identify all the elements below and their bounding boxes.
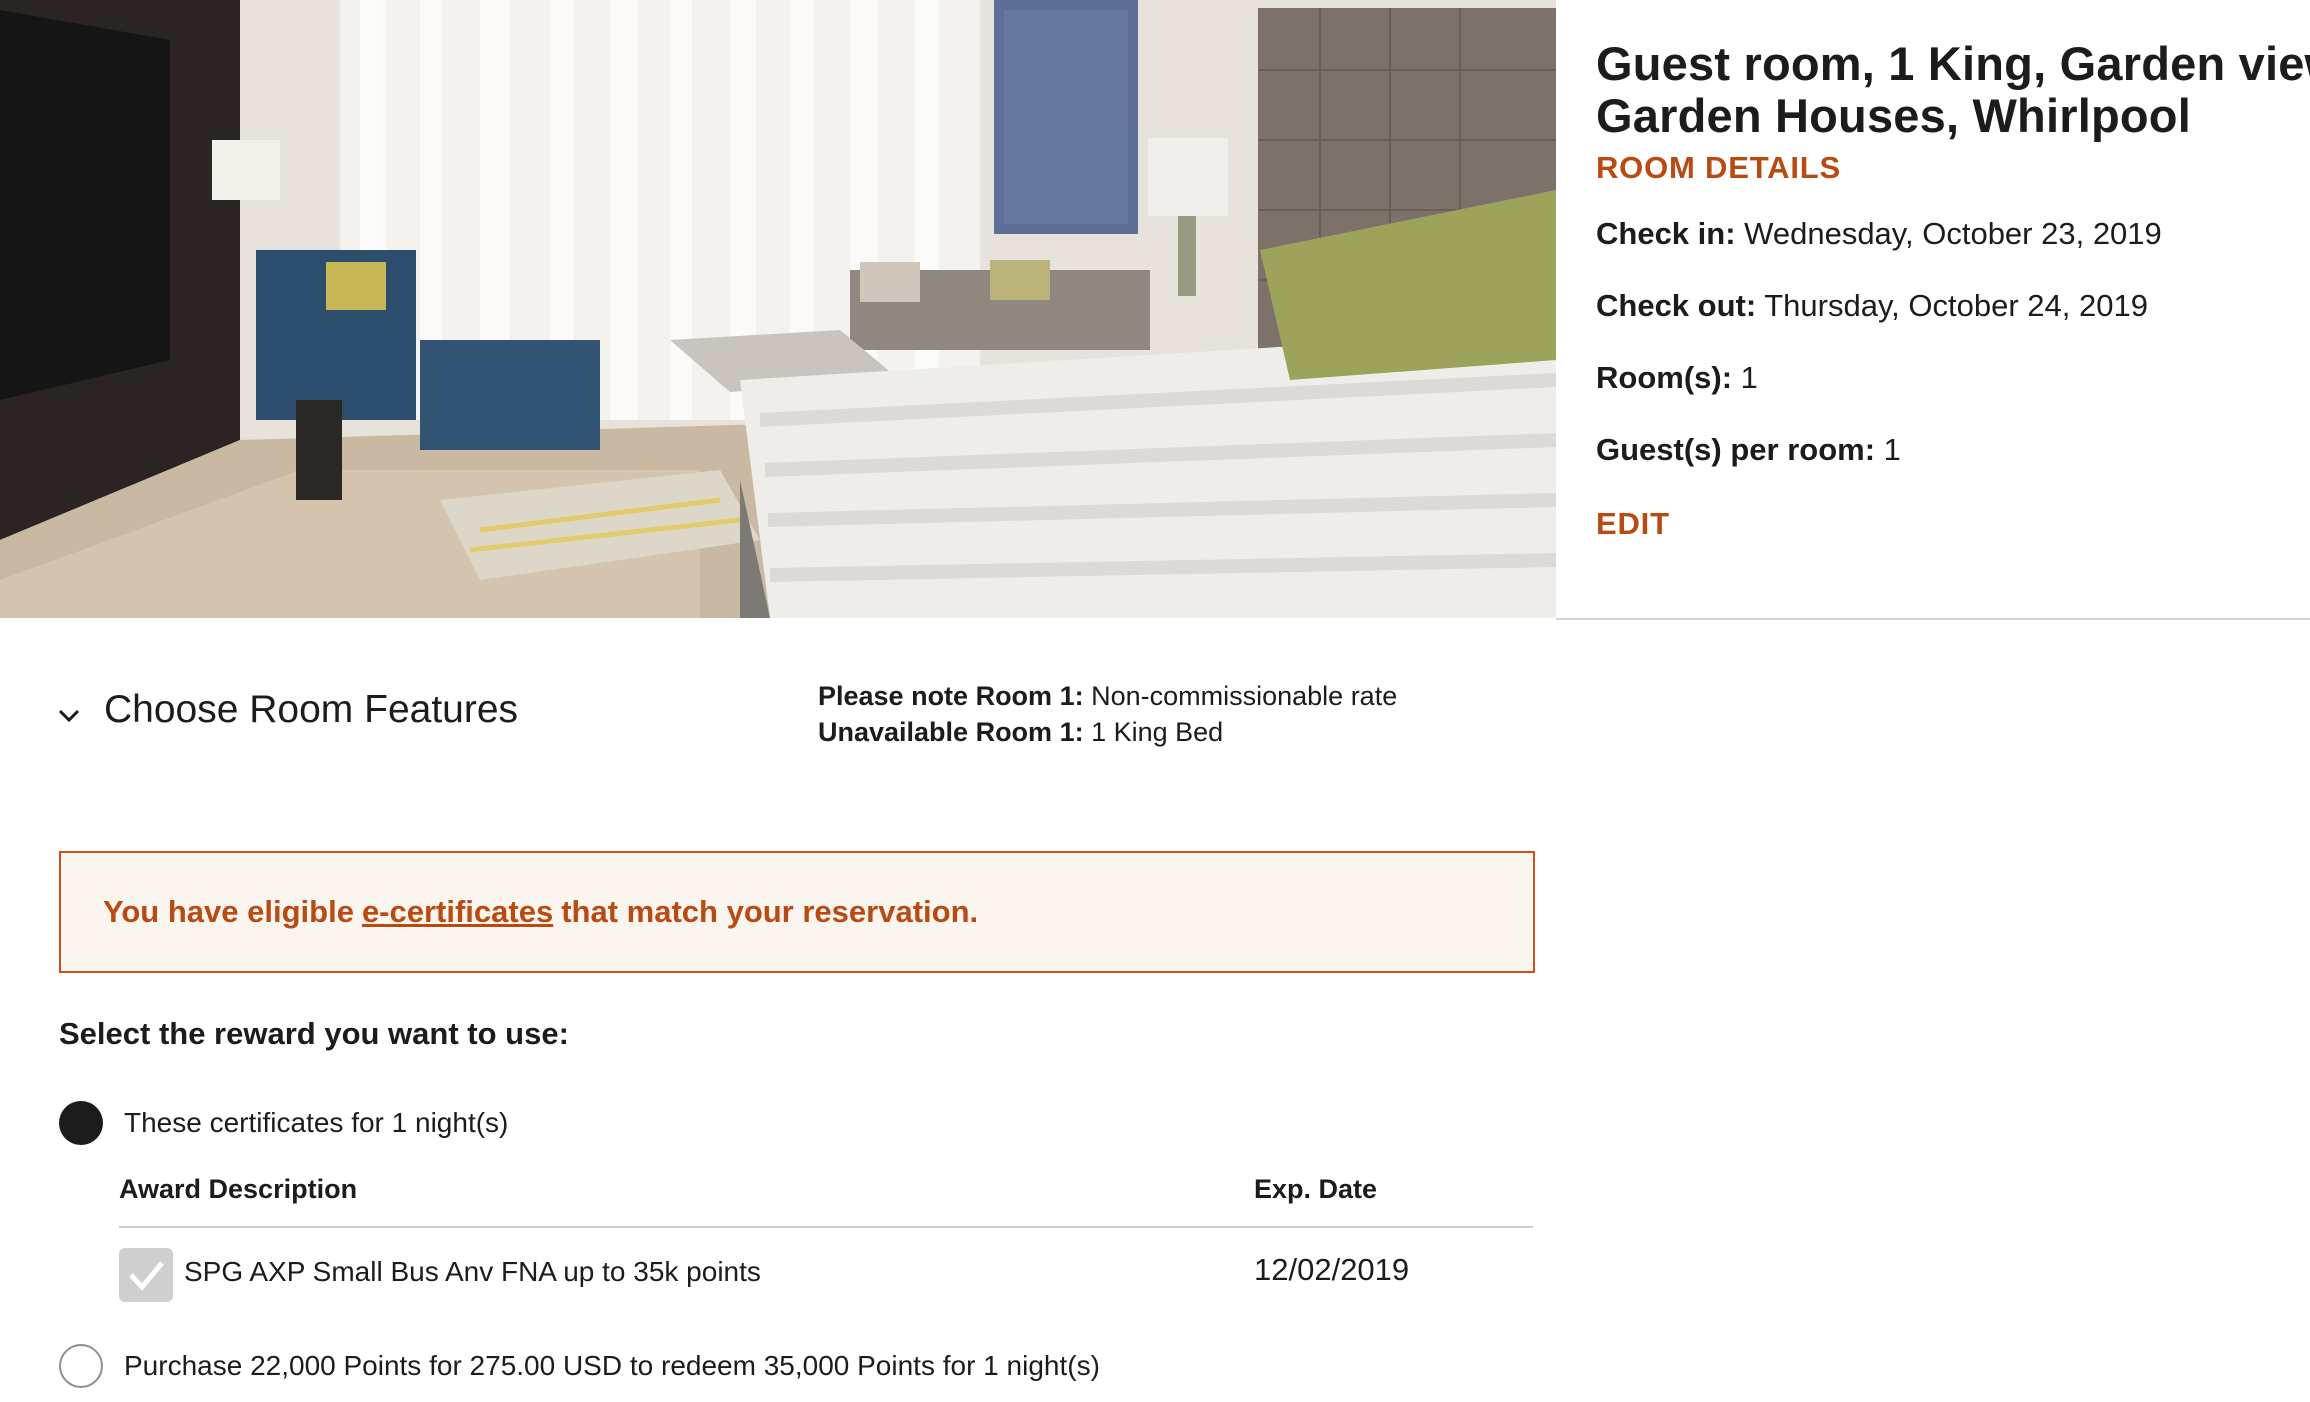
alert-prefix: You have eligible xyxy=(103,894,354,929)
note-label: Please note Room 1: xyxy=(818,681,1084,711)
check-in-row: Check in: Wednesday, October 23, 2019 xyxy=(1596,216,2310,252)
alert-suffix: that match your reservation. xyxy=(561,894,979,929)
room-title-line1: Guest room, 1 King, Garden view, xyxy=(1596,37,2310,90)
room-notes: Please note Room 1: Non-commissionable r… xyxy=(818,678,1397,750)
room-title: Guest room, 1 King, Garden view, Garden … xyxy=(1596,38,2310,142)
purchase-points-radio[interactable] xyxy=(59,1344,103,1388)
checkmark-icon xyxy=(129,1261,164,1291)
edit-link[interactable]: EDIT xyxy=(1596,506,2310,542)
award-checkbox[interactable] xyxy=(119,1248,173,1302)
room-photo xyxy=(0,0,1556,618)
ecertificates-link[interactable]: e-certificates xyxy=(362,894,553,930)
room-details-link[interactable]: ROOM DETAILS xyxy=(1596,150,2310,186)
ecertificates-alert: You have eligible e-certificates that ma… xyxy=(59,851,1535,973)
room-details-panel: Guest room, 1 King, Garden view, Garden … xyxy=(1596,38,2310,542)
unavailable-label: Unavailable Room 1: xyxy=(818,717,1084,747)
rooms-row: Room(s): 1 xyxy=(1596,360,2310,396)
unavailable-value: 1 King Bed xyxy=(1091,717,1224,747)
check-out-row: Check out: Thursday, October 24, 2019 xyxy=(1596,288,2310,324)
certificates-radio-label[interactable]: These certificates for 1 night(s) xyxy=(124,1107,508,1139)
exp-date-header: Exp. Date xyxy=(1254,1174,1378,1204)
note-row: Please note Room 1: Non-commissionable r… xyxy=(818,678,1397,714)
guests-label: Guest(s) per room: xyxy=(1596,432,1876,467)
purchase-points-radio-label[interactable]: Purchase 22,000 Points for 275.00 USD to… xyxy=(124,1350,1100,1382)
check-in-value: Wednesday, October 23, 2019 xyxy=(1744,216,2162,251)
award-description-header: Award Description xyxy=(119,1174,358,1204)
check-out-value: Thursday, October 24, 2019 xyxy=(1764,288,2148,323)
table-divider xyxy=(119,1226,1533,1228)
check-in-label: Check in: xyxy=(1596,216,1736,251)
reward-heading: Select the reward you want to use: xyxy=(59,1016,569,1051)
award-description: SPG AXP Small Bus Anv FNA up to 35k poin… xyxy=(184,1256,761,1287)
guests-row: Guest(s) per room: 1 xyxy=(1596,432,2310,468)
guests-value: 1 xyxy=(1883,432,1901,467)
section-divider xyxy=(1556,618,2310,620)
room-title-line2: Garden Houses, Whirlpool xyxy=(1596,89,2191,142)
certificates-radio[interactable] xyxy=(59,1101,103,1145)
rooms-label: Room(s): xyxy=(1596,360,1733,395)
unavailable-row: Unavailable Room 1: 1 King Bed xyxy=(818,714,1397,750)
note-value: Non-commissionable rate xyxy=(1091,681,1398,711)
choose-room-features-toggle[interactable]: Choose Room Features xyxy=(56,688,518,732)
check-out-label: Check out: xyxy=(1596,288,1757,323)
chevron-down-icon xyxy=(58,709,80,723)
rooms-value: 1 xyxy=(1740,360,1758,395)
features-title: Choose Room Features xyxy=(104,688,519,731)
award-exp-date: 12/02/2019 xyxy=(1254,1252,1410,1287)
